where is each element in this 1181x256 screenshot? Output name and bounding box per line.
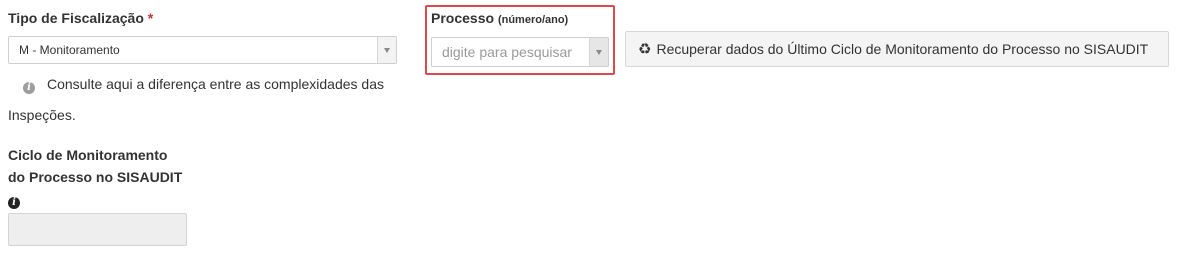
tipo-fiscalizacao-label-text: Tipo de Fiscalização <box>8 10 144 26</box>
chevron-down-icon <box>384 48 390 53</box>
info-icon: i <box>8 197 20 209</box>
ciclo-monitoramento-label: Ciclo de Monitoramento do Processo no SI… <box>8 144 182 211</box>
ciclo-label-line1: Ciclo de Monitoramento <box>8 147 168 163</box>
processo-dropdown-arrow[interactable] <box>589 38 608 66</box>
tipo-fiscalizacao-dropdown-arrow[interactable] <box>377 37 396 63</box>
tipo-fiscalizacao-selected-value: M - Monitoramento <box>19 43 120 57</box>
complexidade-hint[interactable]: i Consulte aqui a diferença entre as comp… <box>23 74 403 94</box>
ciclo-info: i <box>8 189 182 211</box>
required-asterisk: * <box>147 10 154 26</box>
chevron-down-icon <box>596 50 602 55</box>
processo-label-suffix: (número/ano) <box>497 14 569 26</box>
tipo-fiscalizacao-select[interactable]: M - Monitoramento <box>8 36 397 64</box>
processo-search-placeholder: digite para pesquisar <box>442 44 572 60</box>
complexidade-hint-line1: Consulte aqui a diferença entre as compl… <box>47 76 384 92</box>
recycle-icon: ♻ <box>638 40 652 58</box>
complexidade-hint-line2: Inspeções. <box>8 107 76 123</box>
processo-label: Processo (número/ano) <box>431 10 568 26</box>
complexidade-hint-continuation: Inspeções. <box>8 105 76 125</box>
recuperar-dados-button[interactable]: ♻ Recuperar dados do Último Ciclo de Mon… <box>625 31 1169 67</box>
ciclo-label-line2: do Processo no SISAUDIT <box>8 169 183 185</box>
processo-label-text: Processo <box>431 10 495 26</box>
processo-select[interactable]: digite para pesquisar <box>431 37 609 67</box>
tipo-fiscalizacao-label: Tipo de Fiscalização * <box>8 10 153 26</box>
ciclo-monitoramento-field <box>8 213 187 246</box>
info-icon: i <box>23 82 35 94</box>
recuperar-dados-button-label: Recuperar dados do Último Ciclo de Monit… <box>656 41 1149 57</box>
